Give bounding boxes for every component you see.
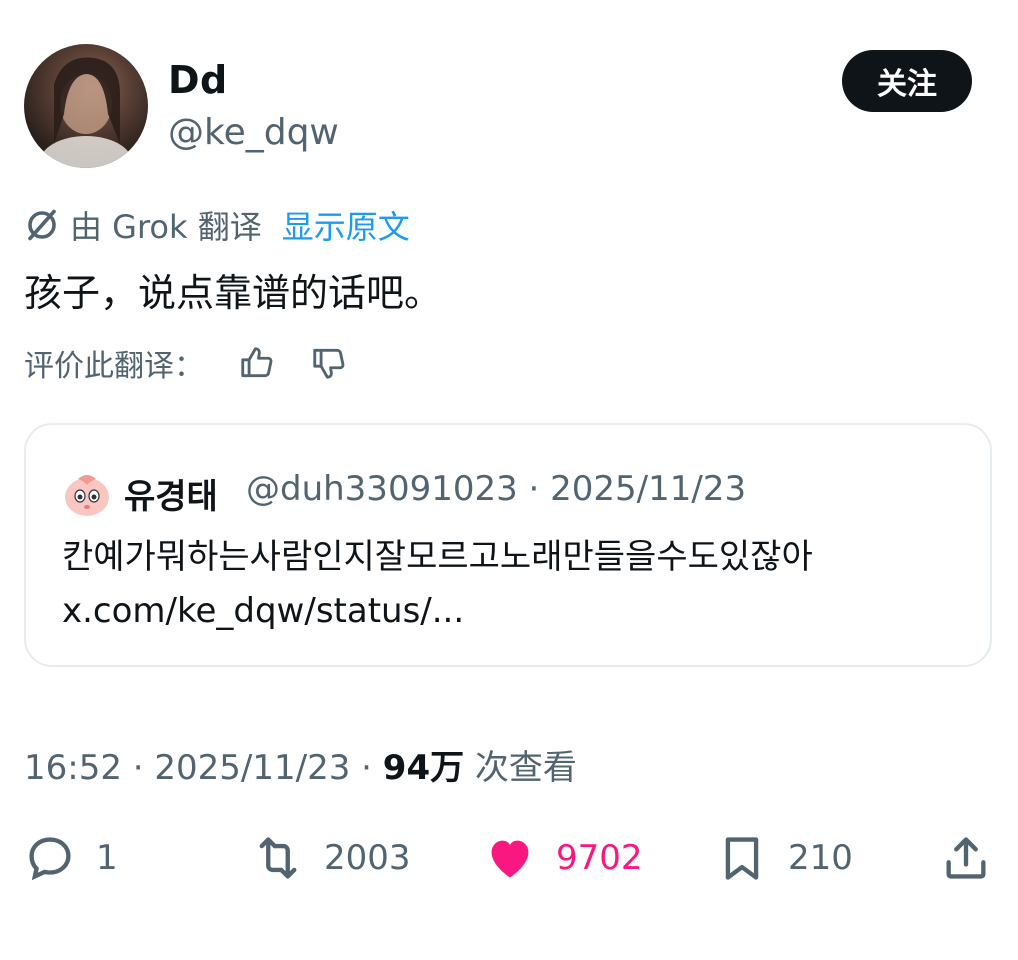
author-avatar[interactable] [24,44,148,168]
show-original-link[interactable]: 显示原文 [282,202,410,248]
reply-count: 1 [96,838,118,878]
bookmark-action[interactable]: 210 [716,830,853,886]
like-action[interactable]: 9702 [484,830,643,886]
author-display-name[interactable]: Dd [168,58,228,102]
quoted-tweet-link[interactable]: x.com/ke_dqw/status/... [62,591,464,631]
follow-button[interactable]: 关注 [842,50,972,112]
tweet-timestamp: 16:52 · 2025/11/23 · 94万 次查看 [24,740,577,789]
retweet-action[interactable]: 2003 [252,830,411,886]
share-icon [946,837,986,879]
retweet-count: 2003 [324,838,411,878]
timestamp-text[interactable]: 16:52 · 2025/11/23 · [24,748,383,788]
rate-translation-row: 评价此翻译： [24,340,348,386]
views-count: 94万 [382,748,465,788]
author-handle[interactable]: @ke_dqw [168,112,339,153]
thumbs-up-icon[interactable] [238,344,276,382]
quoted-tweet-text: 칸예가뭐하는사람인지잘모르고노래만들을수도있잖아 [62,537,813,577]
translated-by-label: 由 Grok 翻译 [70,208,262,246]
views-label: 次查看 [464,748,577,788]
thumbs-down-icon[interactable] [310,344,348,382]
share-action[interactable] [940,830,992,886]
quoted-author-avatar[interactable] [62,469,112,519]
reply-action[interactable]: 1 [24,830,118,886]
bookmark-icon [725,837,759,880]
grok-icon [28,209,56,241]
rate-translation-label: 评价此翻译： [24,349,204,384]
retweet-icon [259,837,297,879]
tweet-text: 孩子，说点靠谱的话吧。 [24,271,443,315]
quoted-author-meta: @duh33091023 · 2025/11/23 [246,469,747,509]
heart-icon [491,840,529,878]
bookmark-count: 210 [788,838,853,878]
quoted-tweet-card[interactable]: 유경태 @duh33091023 · 2025/11/23 칸예가뭐하는사람인지… [24,423,992,667]
reply-icon [29,837,71,881]
quoted-author-name[interactable]: 유경태 [124,469,218,518]
like-count: 9702 [556,838,643,878]
translation-info: 由 Grok 翻译 显示原文 [24,200,410,250]
